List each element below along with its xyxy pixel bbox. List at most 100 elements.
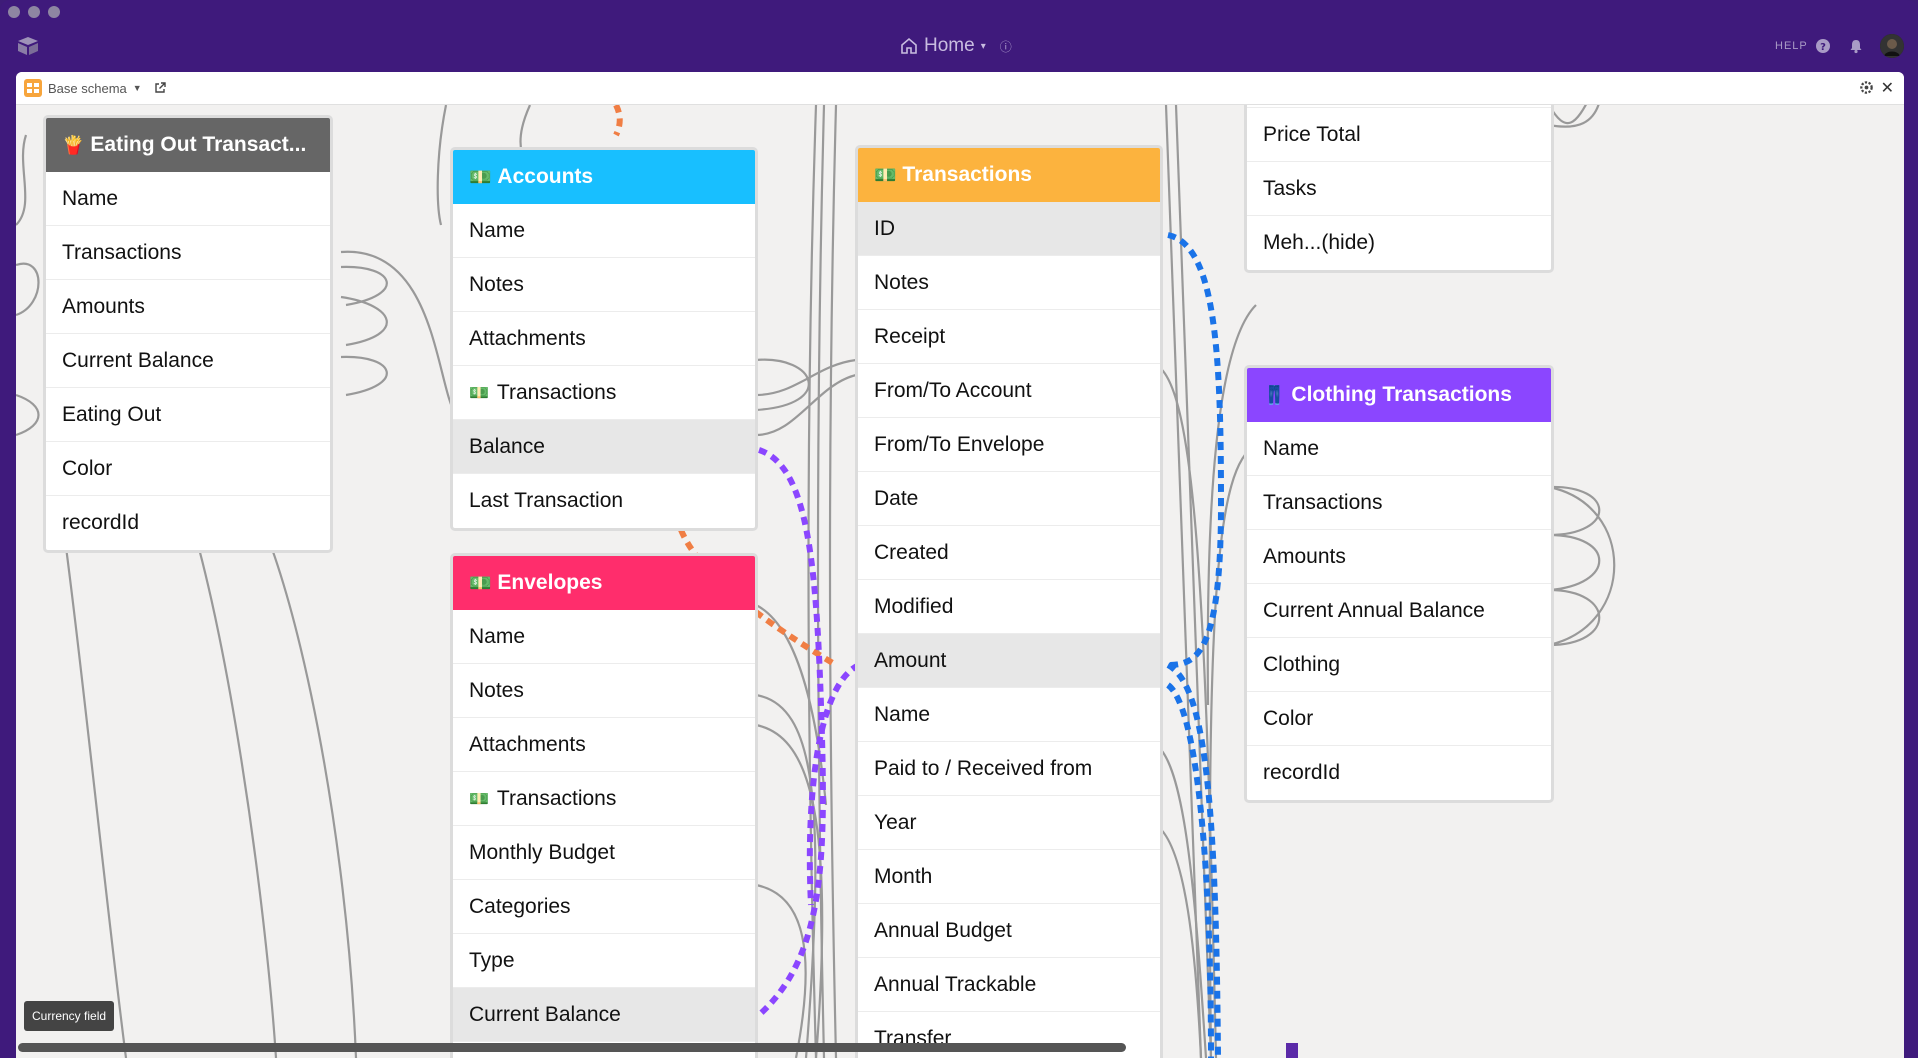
table-title: Envelopes xyxy=(497,571,603,594)
field-row[interactable]: Transactions xyxy=(1247,476,1551,530)
table-title: Eating Out Transact... xyxy=(90,133,307,156)
field-row[interactable]: From/To Envelope xyxy=(858,418,1160,472)
table-header[interactable]: 💵 Transactions xyxy=(858,148,1160,202)
avatar[interactable] xyxy=(1880,34,1904,58)
help-label[interactable]: HELP xyxy=(1775,40,1808,52)
base-schema-panel: Base schema ▼ ✕ 🍟 Eating Out Transact...… xyxy=(16,72,1904,1058)
field-row[interactable]: Name xyxy=(858,688,1160,742)
field-row[interactable]: Notes xyxy=(858,256,1160,310)
field-row[interactable]: Name xyxy=(46,172,330,226)
field-row[interactable]: Meh...(hide) xyxy=(1247,216,1551,270)
field-row[interactable]: Attachments xyxy=(453,312,755,366)
settings-icon[interactable] xyxy=(1859,80,1874,95)
field-row[interactable]: 💵 Transactions xyxy=(453,772,755,826)
link-line xyxy=(340,355,388,397)
field-row[interactable]: Tasks xyxy=(1247,162,1551,216)
schema-icon xyxy=(24,79,42,97)
field-row[interactable]: Type xyxy=(453,934,755,988)
field-row[interactable]: Created xyxy=(858,526,1160,580)
field-row[interactable]: Categories xyxy=(453,880,755,934)
field-label: Transactions xyxy=(496,786,617,810)
schema-canvas[interactable]: 🍟 Eating Out Transact... Name Transactio… xyxy=(16,105,1904,1058)
field-label: Transactions xyxy=(62,240,182,264)
field-row[interactable]: Price Total xyxy=(1247,108,1551,162)
table-partial[interactable]: Price Total Tasks Meh...(hide) xyxy=(1244,105,1554,273)
field-row[interactable]: Color xyxy=(1247,692,1551,746)
horizontal-scrollbar[interactable] xyxy=(18,1043,1126,1052)
field-row[interactable]: Month xyxy=(858,850,1160,904)
field-row[interactable]: Annual Budget xyxy=(858,904,1160,958)
field-row[interactable]: 💵 Transactions xyxy=(453,366,755,420)
bell-icon[interactable] xyxy=(1848,38,1864,54)
field-row[interactable]: Receipt xyxy=(858,310,1160,364)
field-row[interactable]: Year xyxy=(858,796,1160,850)
field-row[interactable]: Notes xyxy=(453,258,755,312)
table-title: Accounts xyxy=(497,165,594,188)
field-row[interactable]: recordId xyxy=(1247,746,1551,800)
table-header[interactable]: 💵 Envelopes xyxy=(453,556,755,610)
link-line xyxy=(1548,588,1601,647)
field-row[interactable]: recordId xyxy=(46,496,330,550)
field-row[interactable]: Clothing xyxy=(1247,638,1551,692)
link-line xyxy=(340,250,457,416)
table-accounts[interactable]: 💵 Accounts Name Notes Attachments 💵 Trans… xyxy=(450,147,758,531)
close-icon[interactable]: ✕ xyxy=(1881,78,1894,98)
table-eating-out[interactable]: 🍟 Eating Out Transact... Name Transactio… xyxy=(43,115,333,553)
base-title-menu[interactable]: Home ▾ ⓘ xyxy=(900,35,1012,57)
field-row[interactable]: Balance xyxy=(453,420,755,474)
info-icon[interactable]: ⓘ xyxy=(1000,38,1012,55)
close-window-button[interactable] xyxy=(8,6,20,18)
field-row[interactable]: Notes xyxy=(453,664,755,718)
field-row[interactable]: Name xyxy=(453,610,755,664)
field-label: Transactions xyxy=(496,380,617,404)
open-external-icon[interactable] xyxy=(154,82,166,94)
field-label: Amounts xyxy=(62,294,145,318)
field-label: recordId xyxy=(62,511,140,534)
field-row[interactable]: Current Balance xyxy=(453,988,755,1042)
field-label: Type xyxy=(469,948,515,972)
field-label: Name xyxy=(1263,436,1320,460)
table-header[interactable]: 💵 Accounts xyxy=(453,150,755,204)
table-header[interactable]: 👖 Clothing Transactions xyxy=(1247,368,1551,422)
field-row[interactable]: Amounts xyxy=(46,280,330,334)
field-row[interactable]: Attachments xyxy=(453,718,755,772)
field-row[interactable]: Amount xyxy=(858,634,1160,688)
field-label: Name xyxy=(469,218,526,242)
field-row[interactable]: Last Transaction xyxy=(453,474,755,528)
field-label: Price Total xyxy=(1263,122,1361,146)
field-label: Annual Trackable xyxy=(874,972,1037,996)
field-row[interactable]: Color xyxy=(46,442,330,496)
field-row[interactable]: Name xyxy=(1247,422,1551,476)
field-row[interactable]: Date xyxy=(858,472,1160,526)
help-icon[interactable]: ? xyxy=(1815,38,1831,54)
field-row[interactable]: Eating Out xyxy=(46,388,330,442)
field-row[interactable]: Monthly Budget xyxy=(453,826,755,880)
field-row[interactable]: Annual Trackable xyxy=(858,958,1160,1012)
app-logo-icon[interactable] xyxy=(16,36,40,56)
table-clothing[interactable]: 👖 Clothing Transactions Name Transaction… xyxy=(1244,365,1554,803)
field-row[interactable]: ID xyxy=(858,202,1160,256)
field-row[interactable]: Current Balance xyxy=(46,334,330,388)
zoom-window-button[interactable] xyxy=(48,6,60,18)
field-row[interactable]: Transactions xyxy=(46,226,330,280)
link-line xyxy=(755,358,857,397)
table-envelopes[interactable]: 💵 Envelopes Name Notes Attachments 💵 Tran… xyxy=(450,553,758,1058)
accounts-link-dashed xyxy=(613,105,623,137)
money-icon: 💵 xyxy=(469,166,492,187)
field-label: Eating Out xyxy=(62,402,162,426)
link-line xyxy=(828,105,838,1058)
table-transactions[interactable]: 💵 Transactions ID Notes Receipt From/To … xyxy=(855,145,1163,1058)
field-row[interactable]: Modified xyxy=(858,580,1160,634)
link-line xyxy=(755,883,807,1058)
minimize-window-button[interactable] xyxy=(28,6,40,18)
field-row[interactable]: Paid to / Received from xyxy=(858,742,1160,796)
table-title: Clothing Transactions xyxy=(1291,383,1512,406)
field-row[interactable]: From/To Account xyxy=(858,364,1160,418)
panel-title[interactable]: Base schema xyxy=(48,81,127,96)
chevron-down-icon[interactable]: ▼ xyxy=(133,83,142,93)
field-row[interactable]: Name xyxy=(453,204,755,258)
field-row[interactable]: Amounts xyxy=(1247,530,1551,584)
field-row[interactable]: Current Annual Balance xyxy=(1247,584,1551,638)
table-header[interactable]: 🍟 Eating Out Transact... xyxy=(46,118,330,172)
link-line xyxy=(54,474,128,1058)
